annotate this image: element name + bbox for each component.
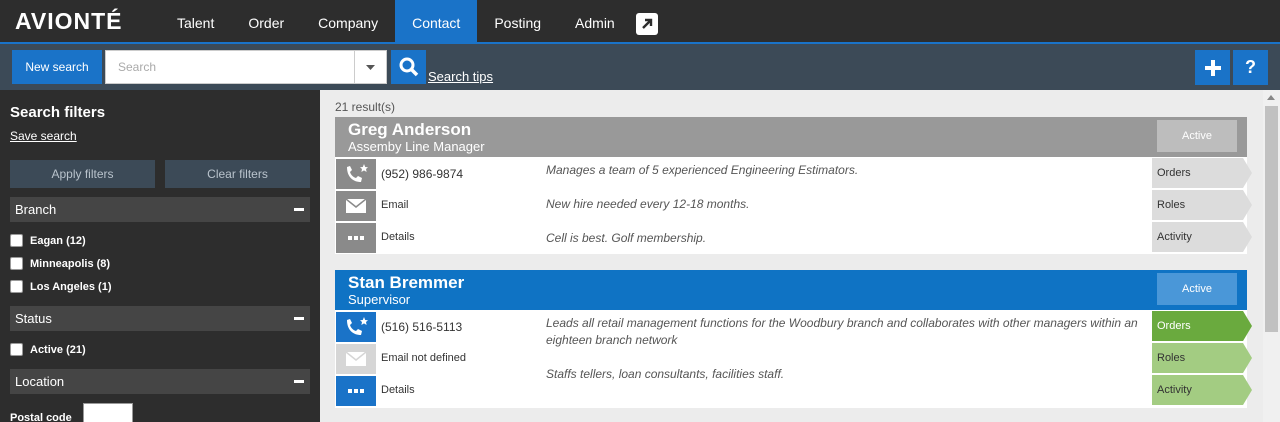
contact-note: New hire needed every 12-18 months. bbox=[546, 197, 750, 211]
contact-name[interactable]: Greg Anderson bbox=[348, 120, 471, 140]
results-panel: 21 result(s) Greg Anderson Assemby Line … bbox=[320, 90, 1280, 422]
phone-number[interactable]: (952) 986-9874 bbox=[381, 167, 463, 181]
roles-tag[interactable]: Roles bbox=[1152, 343, 1252, 373]
external-link-icon[interactable] bbox=[636, 13, 658, 35]
help-button[interactable]: ? bbox=[1233, 50, 1268, 85]
card-header[interactable]: Greg Anderson Assemby Line Manager Activ… bbox=[335, 117, 1247, 157]
chevron-down-icon bbox=[366, 64, 375, 70]
branch-section-header[interactable]: Branch bbox=[10, 197, 310, 222]
search-button[interactable] bbox=[391, 50, 426, 84]
envelope-icon bbox=[346, 199, 366, 213]
activity-tag[interactable]: Activity bbox=[1152, 375, 1252, 405]
search-tips-link[interactable]: Search tips bbox=[428, 69, 493, 84]
save-search-link[interactable]: Save search bbox=[10, 129, 77, 143]
envelope-icon bbox=[346, 352, 366, 366]
more-dots-icon bbox=[348, 389, 364, 393]
status-badge[interactable]: Active bbox=[1157, 273, 1237, 305]
checkbox[interactable] bbox=[10, 257, 23, 270]
details-label[interactable]: Details bbox=[381, 384, 415, 396]
orders-tag[interactable]: Orders bbox=[1152, 158, 1252, 188]
phone-button[interactable] bbox=[336, 159, 376, 189]
nav-tabs: Talent Order Company Contact Posting Adm… bbox=[160, 0, 632, 42]
location-section-header[interactable]: Location bbox=[10, 369, 310, 394]
tab-contact[interactable]: Contact bbox=[395, 0, 478, 42]
more-dots-icon bbox=[348, 236, 364, 240]
scrollbar-thumb[interactable] bbox=[1265, 106, 1278, 332]
checkbox[interactable] bbox=[10, 343, 23, 356]
contact-card: Greg Anderson Assemby Line Manager Activ… bbox=[335, 117, 1252, 254]
apply-filters-button[interactable]: Apply filters bbox=[10, 160, 155, 188]
contact-note: Staffs tellers, loan consultants, facili… bbox=[546, 367, 785, 381]
collapse-icon bbox=[294, 380, 304, 383]
contact-note: Cell is best. Golf membership. bbox=[546, 231, 707, 245]
status-badge[interactable]: Active bbox=[1157, 120, 1237, 152]
contact-note: Manages a team of 5 experienced Engineer… bbox=[546, 163, 859, 177]
checkbox[interactable] bbox=[10, 280, 23, 293]
tab-order[interactable]: Order bbox=[231, 0, 301, 42]
collapse-icon bbox=[294, 208, 304, 211]
sidebar-title: Search filters bbox=[10, 104, 106, 121]
filter-branch-los-angeles[interactable]: Los Angeles (1) bbox=[10, 280, 112, 293]
section-title: Status bbox=[15, 311, 52, 326]
contact-role: Supervisor bbox=[348, 292, 411, 307]
activity-tag[interactable]: Activity bbox=[1152, 222, 1252, 252]
new-search-button[interactable]: New search bbox=[12, 50, 102, 84]
search-filters-sidebar: Search filters Save search Apply filters… bbox=[0, 90, 320, 422]
contact-card: Stan Bremmer Supervisor Active (516) 516… bbox=[335, 270, 1252, 408]
section-title: Location bbox=[15, 374, 65, 389]
filter-branch-minneapolis[interactable]: Minneapolis (8) bbox=[10, 257, 110, 270]
plus-icon bbox=[1204, 59, 1221, 76]
tab-talent[interactable]: Talent bbox=[160, 0, 231, 42]
help-icon: ? bbox=[1245, 57, 1256, 77]
checkbox[interactable] bbox=[10, 234, 23, 247]
card-header[interactable]: Stan Bremmer Supervisor Active bbox=[335, 270, 1247, 310]
tab-admin[interactable]: Admin bbox=[558, 0, 632, 42]
postal-code-label: Postal code bbox=[10, 412, 72, 422]
email-label: Email not defined bbox=[381, 352, 466, 364]
scroll-up-icon[interactable] bbox=[1267, 95, 1275, 100]
phone-number[interactable]: (516) 516-5113 bbox=[381, 320, 462, 334]
tab-posting[interactable]: Posting bbox=[477, 0, 558, 42]
phone-star-icon bbox=[347, 164, 368, 182]
contact-name[interactable]: Stan Bremmer bbox=[348, 273, 464, 293]
contact-note: Leads all retail management functions fo… bbox=[546, 316, 1138, 347]
email-button bbox=[336, 344, 376, 374]
search-bar: New search Search Search tips ? bbox=[0, 44, 1280, 90]
orders-tag[interactable]: Orders bbox=[1152, 311, 1252, 341]
tab-company[interactable]: Company bbox=[301, 0, 395, 42]
email-button[interactable] bbox=[336, 191, 376, 221]
top-nav: AVIONTÉ Talent Order Company Contact Pos… bbox=[0, 0, 1280, 44]
phone-star-icon bbox=[347, 317, 368, 335]
details-button[interactable] bbox=[336, 376, 376, 406]
status-section-header[interactable]: Status bbox=[10, 306, 310, 331]
filter-status-active[interactable]: Active (21) bbox=[10, 343, 86, 356]
postal-code-input[interactable] bbox=[83, 403, 133, 422]
result-count: 21 result(s) bbox=[335, 100, 396, 114]
clear-filters-button[interactable]: Clear filters bbox=[165, 160, 310, 188]
phone-button[interactable] bbox=[336, 312, 376, 342]
filter-branch-eagan[interactable]: Eagan (12) bbox=[10, 234, 86, 247]
search-dropdown-toggle[interactable] bbox=[354, 50, 387, 84]
details-label[interactable]: Details bbox=[381, 231, 415, 243]
details-button[interactable] bbox=[336, 223, 376, 253]
roles-tag[interactable]: Roles bbox=[1152, 190, 1252, 220]
email-label[interactable]: Email bbox=[381, 199, 409, 211]
collapse-icon bbox=[294, 317, 304, 320]
add-button[interactable] bbox=[1195, 50, 1230, 85]
contact-role: Assemby Line Manager bbox=[348, 139, 485, 154]
app-logo[interactable]: AVIONTÉ bbox=[15, 8, 123, 35]
search-icon bbox=[399, 57, 418, 77]
section-title: Branch bbox=[15, 202, 57, 217]
search-input[interactable]: Search bbox=[105, 50, 355, 84]
